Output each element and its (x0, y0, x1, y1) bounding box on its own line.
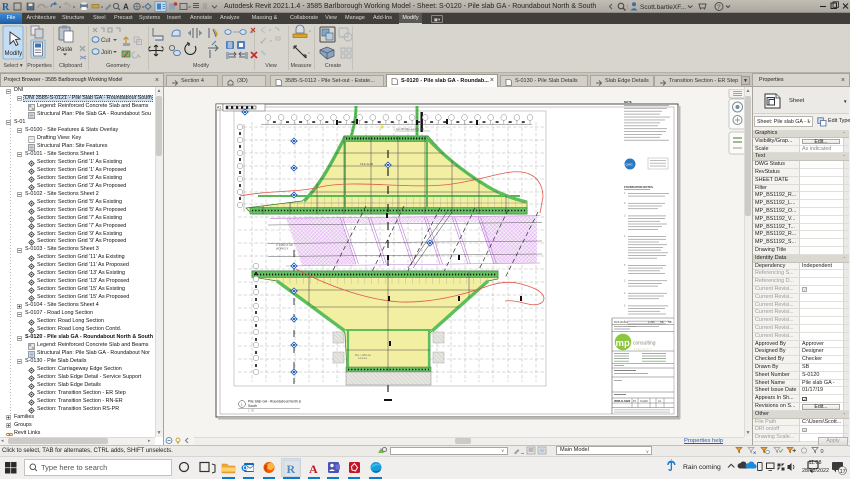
svg-text:engineers: engineers (634, 347, 653, 350)
svg-text:O: O (243, 466, 248, 472)
svg-text:concrete: concrete (358, 357, 368, 360)
svg-text:consulting: consulting (633, 341, 656, 347)
svg-text:A: A (123, 3, 129, 12)
svg-text:Cut Off Pile Level 52.350: Cut Off Pile Level 52.350 (396, 128, 424, 131)
svg-text:Modify: Modify (5, 51, 23, 57)
svg-text:R: R (2, 2, 10, 13)
svg-text:?: ? (717, 4, 721, 11)
svg-text:SB: SB (668, 320, 672, 324)
svg-text:Join: Join (101, 50, 112, 56)
svg-text:S-0120: S-0120 (640, 400, 648, 403)
svg-text:Scott.bartleXF...: Scott.bartleXF... (640, 4, 686, 11)
svg-text:SB: SB (660, 320, 664, 324)
svg-text:Cut: Cut (101, 38, 111, 44)
svg-text:WORKS X: WORKS X (276, 247, 289, 251)
svg-text:3.: 3. (624, 215, 626, 218)
svg-text:South: South (248, 404, 257, 408)
svg-text:NOTE: NOTE (624, 100, 632, 104)
svg-text:mp: mp (616, 338, 630, 349)
svg-text:1.: 1. (624, 192, 626, 195)
svg-text:0: 0 (821, 449, 824, 455)
svg-text:1:250: 1:250 (648, 320, 655, 324)
svg-text:2.: 2. (624, 202, 626, 205)
svg-text:5.: 5. (624, 264, 626, 267)
svg-text:A1: A1 (217, 106, 221, 110)
svg-text:2.: 2. (624, 292, 626, 295)
svg-text:4.: 4. (624, 235, 626, 238)
svg-text:1 : 50: 1 : 50 (248, 410, 255, 413)
svg-text:FOUNDATION NOTES: FOUNDATION NOTES (624, 185, 653, 189)
svg-text:Rain coming: Rain coming (683, 464, 721, 471)
svg-text:QWC: QWC (626, 163, 634, 167)
svg-text:Pile Slab GA - Roundabout Nor: Pile Slab GA - Roundabout North & (248, 400, 302, 404)
svg-text:A: A (309, 462, 318, 476)
svg-text:PILE SLAB: PILE SLAB (360, 162, 373, 166)
svg-text:3585-S-0120: 3585-S-0120 (614, 399, 631, 403)
svg-text:RCS (Fixed): RCS (Fixed) (614, 320, 628, 324)
svg-text:X 1,250 LT AD: X 1,250 LT AD (276, 243, 293, 247)
svg-text:2.: 2. (624, 279, 626, 282)
svg-text:Paste: Paste (57, 47, 73, 53)
svg-text:17: 17 (840, 469, 846, 475)
svg-text:5.: 5. (624, 305, 626, 308)
